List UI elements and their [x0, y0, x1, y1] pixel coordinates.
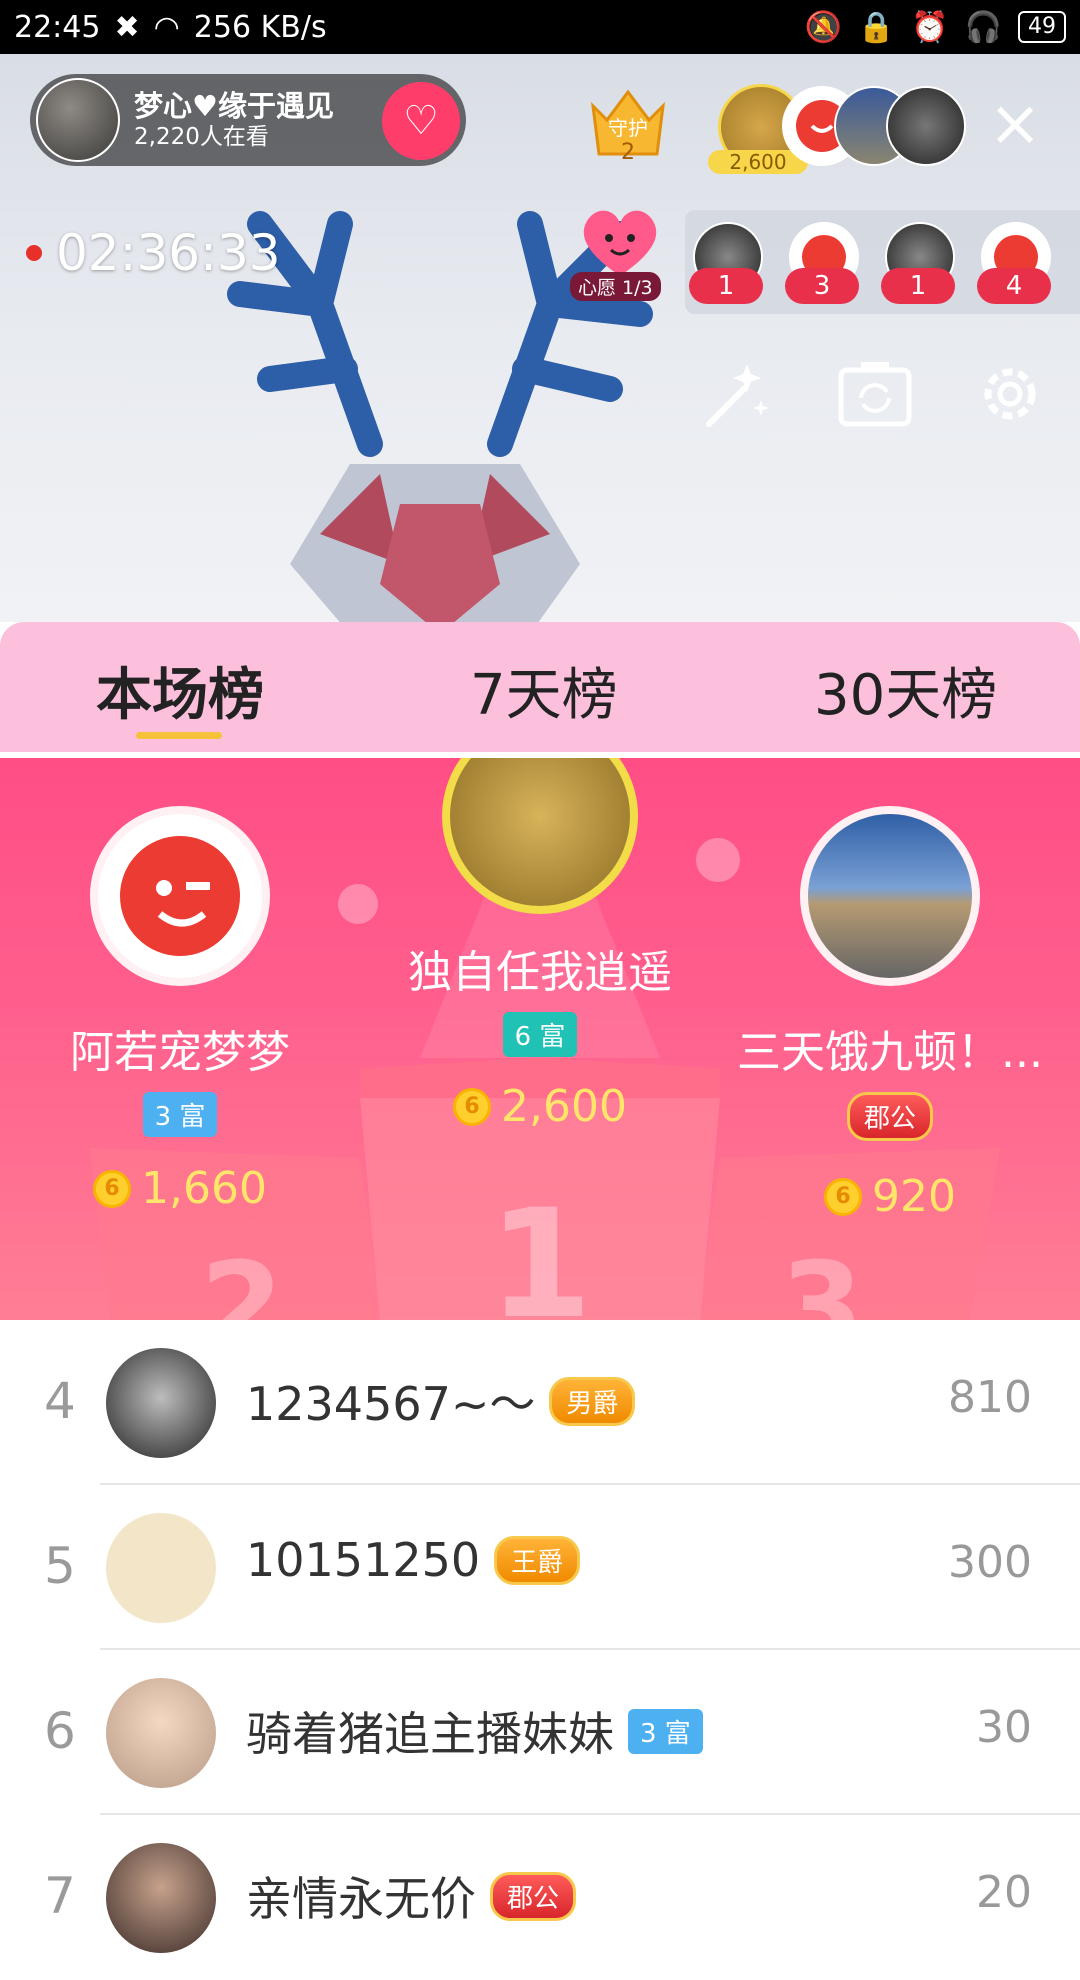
gift-sender[interactable]: 1	[881, 222, 955, 304]
gift-count: 1	[881, 268, 955, 304]
active-tab-indicator	[136, 732, 222, 739]
rank-3-avatar[interactable]	[800, 806, 980, 986]
wifi-icon: ◠	[153, 9, 180, 45]
rank-1-slot[interactable]: 独自任我逍遥 6 富 6 2,600	[380, 758, 700, 1132]
rank-3-name: 三天饿九顿！...	[737, 1027, 1043, 1078]
recording-dot-icon	[26, 245, 42, 261]
rank-2-slot[interactable]: 阿若宠梦梦 3 富 6 1,660	[40, 806, 320, 1214]
rank-2-avatar[interactable]	[90, 806, 270, 986]
beauty-wand-icon[interactable]	[695, 354, 775, 434]
tab-30-days[interactable]: 30天榜	[814, 650, 997, 731]
notification-icon: ✖	[114, 9, 140, 45]
rank-2-score: 1,660	[141, 1163, 267, 1214]
rank-number: 7	[44, 1867, 76, 1925]
user-avatar[interactable]	[106, 1348, 216, 1458]
user-score: 810	[948, 1372, 1032, 1423]
status-bar: 22:45 ✖ ◠ 256 KB/s 🔕 🔒 ⏰ 🎧 49	[0, 0, 1080, 54]
switch-camera-icon[interactable]	[835, 354, 915, 434]
user-name: 骑着猪追主播妹妹	[246, 1707, 614, 1761]
net-speed: 256 KB/s	[193, 9, 327, 45]
headphone-icon: 🎧	[964, 9, 1002, 45]
tab-7-days[interactable]: 7天榜	[470, 650, 618, 731]
gift-count: 1	[689, 268, 763, 304]
podium-place-1: 1	[488, 1178, 593, 1320]
user-score: 20	[976, 1867, 1032, 1918]
gift-sender[interactable]: 4	[977, 222, 1051, 304]
rank-1-name: 独自任我逍遥	[408, 947, 672, 998]
guard-count: 2	[621, 140, 635, 165]
alarm-icon: ⏰	[911, 9, 949, 45]
noble-badge: 郡公	[490, 1871, 577, 1921]
tab-this-session[interactable]: 本场榜	[96, 650, 264, 731]
user-avatar[interactable]	[106, 1843, 216, 1953]
battery-indicator: 49	[1018, 11, 1066, 43]
lock-icon: 🔒	[857, 9, 896, 45]
rank-1-wealth-badge: 6 富	[502, 1012, 578, 1057]
status-time: 22:45	[14, 9, 101, 45]
rank-1-avatar[interactable]	[442, 758, 638, 914]
wealth-badge: 3 富	[628, 1708, 703, 1754]
podium-place-3: 3	[780, 1238, 864, 1320]
rank-3-noble-badge: 郡公	[846, 1092, 933, 1141]
coin-icon: 6	[453, 1087, 492, 1126]
gift-count: 4	[977, 268, 1051, 304]
live-timer: 02:36:33	[26, 224, 281, 282]
user-score: 300	[948, 1537, 1032, 1588]
coin-icon: 6	[93, 1169, 132, 1208]
gift-count: 3	[785, 268, 859, 304]
settings-gear-icon[interactable]	[970, 354, 1050, 434]
user-avatar[interactable]	[106, 1513, 216, 1623]
user-score: 30	[976, 1702, 1032, 1753]
follow-heart-button[interactable]: ♡	[382, 82, 460, 160]
list-item[interactable]: 5 10151250 王爵 300	[0, 1485, 1080, 1650]
host-name: 梦心♥缘于遇见	[134, 88, 334, 123]
fan-avatar[interactable]	[886, 86, 966, 166]
list-item[interactable]: 7 亲情永无价 郡公 20	[0, 1815, 1080, 1980]
viewer-count: 2,220人在看	[134, 123, 269, 150]
list-item[interactable]: 4 1234567~〜 男爵 810	[0, 1320, 1080, 1485]
ranking-tabs: 本场榜 7天榜 30天榜	[0, 622, 1080, 752]
wish-badge[interactable]: 心愿 1/3	[570, 204, 670, 301]
close-icon[interactable]: ×	[985, 92, 1045, 156]
heart-icon	[583, 210, 657, 276]
mute-icon: 🔕	[804, 9, 842, 45]
rank-2-wealth-badge: 3 富	[142, 1092, 218, 1137]
guard-label: 守护	[608, 116, 648, 140]
gift-sender[interactable]: 3	[785, 222, 859, 304]
timer-value: 02:36:33	[56, 224, 281, 282]
rank-1-score: 2,600	[501, 1081, 627, 1132]
user-name: 10151250	[246, 1533, 481, 1587]
user-avatar[interactable]	[106, 1678, 216, 1788]
user-name: 1234567~〜	[246, 1377, 536, 1431]
ranking-list: 4 1234567~〜 男爵 810 5 10151250 王爵 300 6 骑着猪…	[0, 1320, 1080, 1953]
podium-place-2: 2	[200, 1238, 284, 1320]
gift-sender[interactable]: 1	[689, 222, 763, 304]
host-avatar[interactable]	[36, 78, 120, 162]
rank-number: 6	[44, 1702, 76, 1760]
wish-progress: 心愿 1/3	[570, 272, 661, 301]
user-name: 亲情永无价	[246, 1872, 476, 1926]
live-video-area: 梦心♥缘于遇见 2,220人在看 ♡ 守护 2 2,600 × 02:36:33…	[0, 54, 1080, 622]
top3-podium: 1 2 3 独自任我逍遥 6 富 6 2,600 阿若宠梦梦 3 富 6 1,660…	[0, 758, 1080, 1320]
rank-3-score: 920	[872, 1171, 956, 1222]
guard-badge[interactable]: 守护 2	[585, 84, 671, 170]
host-info-pill[interactable]: 梦心♥缘于遇见 2,220人在看 ♡	[30, 74, 466, 166]
noble-badge: 男爵	[549, 1376, 636, 1426]
rank-3-slot[interactable]: 三天饿九顿！... 郡公 6 920	[720, 806, 1060, 1222]
list-item[interactable]: 6 骑着猪追主播妹妹 3 富 30	[0, 1650, 1080, 1815]
rank-number: 4	[44, 1372, 76, 1430]
gift-sender-row: 1 3 1 4	[685, 210, 1080, 314]
rank-number: 5	[44, 1537, 76, 1595]
rank-2-name: 阿若宠梦梦	[70, 1027, 290, 1078]
coin-icon: 6	[824, 1177, 862, 1216]
noble-badge: 王爵	[494, 1535, 581, 1585]
